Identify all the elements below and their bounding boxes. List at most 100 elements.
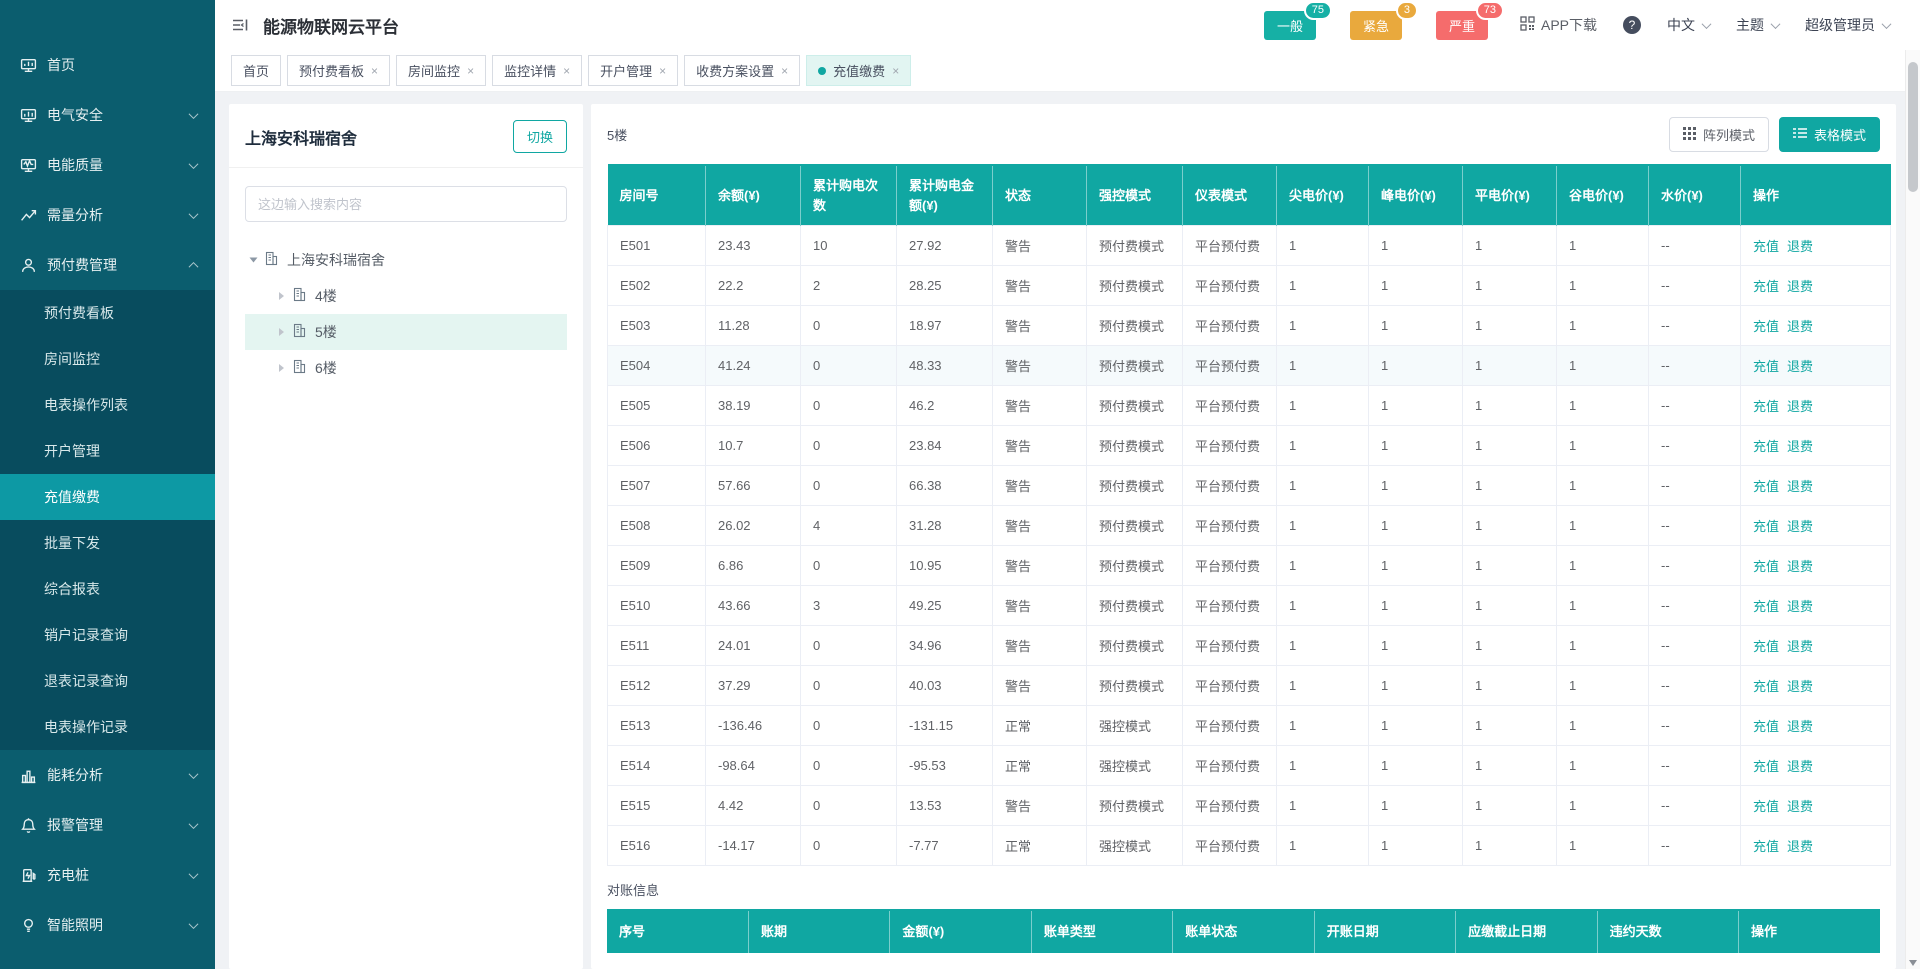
caret-collapsed-icon[interactable] [279, 328, 284, 336]
refund-link[interactable]: 退费 [1787, 239, 1813, 254]
cell-purchase_amount: 23.84 [897, 426, 993, 466]
refund-link[interactable]: 退费 [1787, 679, 1813, 694]
sidebar-item-首页[interactable]: 首页 [0, 40, 215, 90]
sidebar-subitem-批量下发[interactable]: 批量下发 [0, 520, 215, 566]
sidebar-item-能耗分析[interactable]: 能耗分析 [0, 750, 215, 800]
refund-link[interactable]: 退费 [1787, 399, 1813, 414]
recharge-link[interactable]: 充值 [1753, 399, 1779, 414]
refund-link[interactable]: 退费 [1787, 319, 1813, 334]
cell-purchase_amount: 27.92 [897, 226, 993, 266]
recharge-link[interactable]: 充值 [1753, 359, 1779, 374]
sidebar-item-需量分析[interactable]: 需量分析 [0, 190, 215, 240]
switch-building-button[interactable]: 切换 [513, 120, 567, 153]
sidebar-subitem-综合报表[interactable]: 综合报表 [0, 566, 215, 612]
recharge-link[interactable]: 充值 [1753, 679, 1779, 694]
recharge-link[interactable]: 充值 [1753, 439, 1779, 454]
cell-sharp: 1 [1277, 786, 1369, 826]
recharge-link[interactable]: 充值 [1753, 799, 1779, 814]
close-icon[interactable]: × [892, 64, 899, 78]
sidebar-subitem-退表记录查询[interactable]: 退表记录查询 [0, 658, 215, 704]
table-mode-button[interactable]: 表格模式 [1779, 117, 1880, 152]
sidebar-item-电气安全[interactable]: 电气安全 [0, 90, 215, 140]
cell-actions: 充值退费 [1741, 306, 1891, 346]
tab-首页[interactable]: 首页 [231, 55, 281, 86]
table-row: E50757.66066.38警告预付费模式平台预付费1111--充值退费 [608, 466, 1891, 506]
recharge-link[interactable]: 充值 [1753, 279, 1779, 294]
refund-link[interactable]: 退费 [1787, 839, 1813, 854]
refund-link[interactable]: 退费 [1787, 559, 1813, 574]
sidebar-subitem-销户记录查询[interactable]: 销户记录查询 [0, 612, 215, 658]
caret-expanded-icon[interactable] [250, 258, 258, 263]
refund-link[interactable]: 退费 [1787, 279, 1813, 294]
caret-collapsed-icon[interactable] [279, 292, 284, 300]
refund-link[interactable]: 退费 [1787, 799, 1813, 814]
recharge-link[interactable]: 充值 [1753, 519, 1779, 534]
language-select[interactable]: 中文 [1667, 15, 1710, 35]
recharge-link[interactable]: 充值 [1753, 239, 1779, 254]
tree-node-4楼[interactable]: 4楼 [245, 278, 567, 314]
close-icon[interactable]: × [563, 64, 570, 78]
cell-actions: 充值退费 [1741, 786, 1891, 826]
tab-充值缴费[interactable]: 充值缴费× [806, 55, 911, 86]
refund-link[interactable]: 退费 [1787, 759, 1813, 774]
close-icon[interactable]: × [659, 64, 666, 78]
vertical-scrollbar[interactable] [1905, 50, 1920, 969]
sidebar-subitem-预付费看板[interactable]: 预付费看板 [0, 290, 215, 336]
refund-link[interactable]: 退费 [1787, 639, 1813, 654]
refund-link[interactable]: 退费 [1787, 599, 1813, 614]
tab-开户管理[interactable]: 开户管理× [588, 55, 678, 86]
sidebar-item-预付费管理[interactable]: 预付费管理 [0, 240, 215, 290]
recharge-link[interactable]: 充值 [1753, 719, 1779, 734]
cell-sharp: 1 [1277, 586, 1369, 626]
theme-select[interactable]: 主题 [1736, 15, 1779, 35]
sidebar-item-电能质量[interactable]: 电能质量 [0, 140, 215, 190]
refund-link[interactable]: 退费 [1787, 439, 1813, 454]
scrollbar-thumb[interactable] [1908, 62, 1918, 192]
tree-search-input[interactable] [245, 186, 567, 222]
sidebar-subitem-电表操作列表[interactable]: 电表操作列表 [0, 382, 215, 428]
sidebar-item-智能照明[interactable]: 智能照明 [0, 900, 215, 950]
tab-预付费看板[interactable]: 预付费看板× [287, 55, 390, 86]
scroll-down-arrow[interactable] [1909, 960, 1917, 966]
close-icon[interactable]: × [781, 64, 788, 78]
sidebar-subitem-开户管理[interactable]: 开户管理 [0, 428, 215, 474]
help-icon[interactable]: ? [1623, 16, 1641, 34]
alarm-badge-一般[interactable]: 一般75 [1264, 11, 1316, 40]
app-download-link[interactable]: APP下载 [1520, 15, 1597, 35]
tree-node-root[interactable]: 上海安科瑞宿舍 [245, 242, 567, 278]
collapse-sidebar-icon[interactable] [231, 16, 249, 34]
cell-peak: 1 [1369, 306, 1463, 346]
grid-mode-button[interactable]: 阵列模式 [1669, 117, 1769, 152]
close-icon[interactable]: × [371, 64, 378, 78]
tree-node-5楼[interactable]: 5楼 [245, 314, 567, 350]
tree-node-6楼[interactable]: 6楼 [245, 350, 567, 386]
recharge-link[interactable]: 充值 [1753, 639, 1779, 654]
recharge-link[interactable]: 充值 [1753, 839, 1779, 854]
sidebar-item-充电桩[interactable]: 充电桩 [0, 850, 215, 900]
tab-监控详情[interactable]: 监控详情× [492, 55, 582, 86]
refund-link[interactable]: 退费 [1787, 519, 1813, 534]
close-icon[interactable]: × [467, 64, 474, 78]
cell-room: E512 [608, 666, 706, 706]
user-menu[interactable]: 超级管理员 [1805, 15, 1890, 35]
sidebar-subitem-房间监控[interactable]: 房间监控 [0, 336, 215, 382]
sidebar-subitem-充值缴费[interactable]: 充值缴费 [0, 474, 215, 520]
sidebar-submenu: 预付费看板房间监控电表操作列表开户管理充值缴费批量下发综合报表销户记录查询退表记… [0, 290, 215, 750]
recharge-link[interactable]: 充值 [1753, 559, 1779, 574]
refund-link[interactable]: 退费 [1787, 479, 1813, 494]
alarm-badge-严重[interactable]: 严重73 [1436, 11, 1488, 40]
sidebar-subitem-电表操作记录[interactable]: 电表操作记录 [0, 704, 215, 750]
tab-收费方案设置[interactable]: 收费方案设置× [684, 55, 800, 86]
alarm-badge-紧急[interactable]: 紧急3 [1350, 11, 1402, 40]
sidebar-item-报警管理[interactable]: 报警管理 [0, 800, 215, 850]
cell-peak: 1 [1369, 546, 1463, 586]
recharge-link[interactable]: 充值 [1753, 759, 1779, 774]
cell-valley: 1 [1557, 586, 1649, 626]
tab-房间监控[interactable]: 房间监控× [396, 55, 486, 86]
recharge-link[interactable]: 充值 [1753, 319, 1779, 334]
refund-link[interactable]: 退费 [1787, 359, 1813, 374]
recharge-link[interactable]: 充值 [1753, 599, 1779, 614]
refund-link[interactable]: 退费 [1787, 719, 1813, 734]
recharge-link[interactable]: 充值 [1753, 479, 1779, 494]
caret-collapsed-icon[interactable] [279, 364, 284, 372]
